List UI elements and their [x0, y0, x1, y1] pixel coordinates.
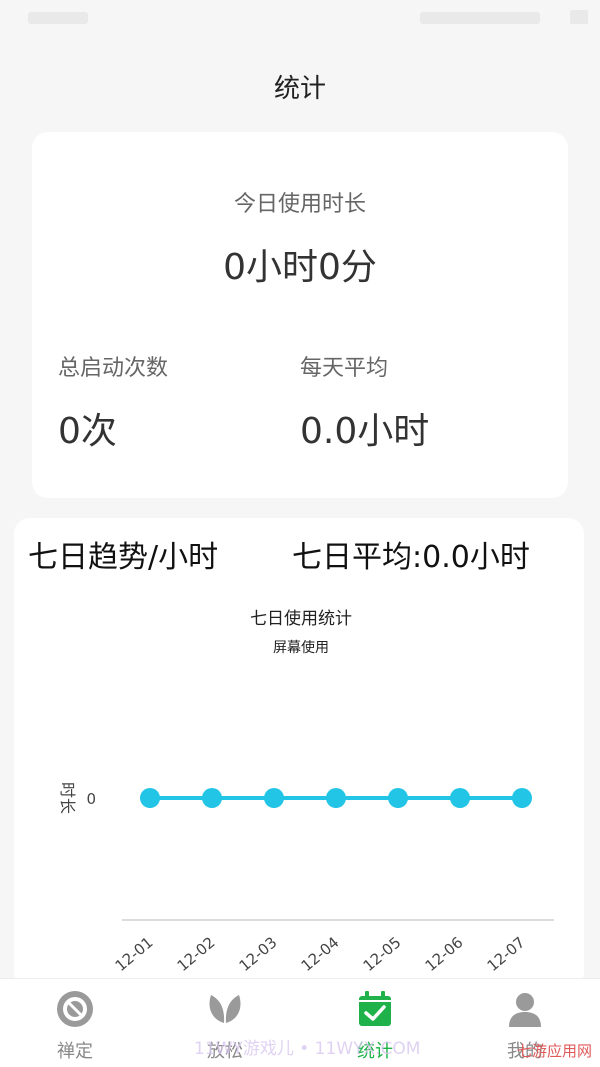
nav-label-meditation: 禅定 — [57, 1041, 93, 1062]
seven-day-trend-card: 七日趋势/小时 七日平均:0.0小时 七日使用统计 屏幕使用 时长 0 12-0… — [14, 518, 584, 988]
chart-point — [326, 788, 346, 808]
chart-x-tick-label: 12-03 — [236, 933, 281, 975]
chart-x-tick-label: 12-07 — [484, 933, 529, 975]
leaf-icon — [209, 995, 241, 1023]
target-icon — [57, 991, 93, 1027]
chart-x-ticks: 12-01 12-02 12-03 12-04 12-05 12-06 12-07 — [112, 933, 529, 975]
chart-title: 七日使用统计 — [250, 608, 352, 629]
chart-x-tick-label: 12-01 — [112, 933, 157, 975]
person-icon — [509, 993, 541, 1027]
chart-y-ticks: 0 — [86, 790, 96, 808]
seven-day-line-chart: 七日使用统计 屏幕使用 时长 0 12-01 12-02 12-03 12-04 12-… — [58, 608, 554, 975]
page-title: 统计 — [273, 74, 326, 104]
today-usage-label: 今日使用时长 — [233, 192, 366, 217]
chart-y-tick-label: 0 — [86, 790, 96, 808]
nav-item-meditation[interactable]: 禅定 — [20, 989, 130, 1063]
chart-x-tick-label: 12-06 — [422, 933, 467, 975]
chart-x-tick-label: 12-02 — [174, 933, 219, 975]
daily-average-value: 0.0小时 — [300, 411, 430, 452]
brand-mark: 七游应用网 — [516, 1042, 592, 1060]
chart-x-tick-label: 12-04 — [298, 933, 343, 975]
chart-point — [202, 788, 222, 808]
chart-point — [512, 788, 532, 808]
status-right — [420, 12, 540, 24]
watermark-text: 11WY游戏儿 • 11WYX.COM — [194, 1039, 421, 1059]
chart-x-tick-label: 12-05 — [360, 933, 405, 975]
chart-subtitle: 屏幕使用 — [273, 639, 329, 656]
battery-icon — [570, 10, 588, 24]
status-bar — [0, 0, 600, 40]
app-root: 统计 今日使用时长 0小时0分 总启动次数 0次 每天平均 0.0小时 七日趋势… — [0, 0, 600, 1067]
chart-point — [450, 788, 470, 808]
chart-point — [264, 788, 284, 808]
total-launches-value: 0次 — [58, 411, 117, 452]
status-left — [28, 12, 88, 24]
today-usage-card: 今日使用时长 0小时0分 总启动次数 0次 每天平均 0.0小时 — [32, 132, 568, 498]
calendar-check-icon — [359, 991, 391, 1026]
daily-average-label: 每天平均 — [300, 356, 389, 381]
total-launches-label: 总启动次数 — [58, 356, 169, 381]
trend-header-right: 七日平均:0.0小时 — [292, 540, 530, 575]
chart-y-axis-label: 时长 — [58, 782, 77, 814]
today-usage-value: 0小时0分 — [223, 247, 377, 288]
trend-header-left: 七日趋势/小时 — [28, 540, 219, 575]
chart-point — [140, 788, 160, 808]
chart-point — [388, 788, 408, 808]
